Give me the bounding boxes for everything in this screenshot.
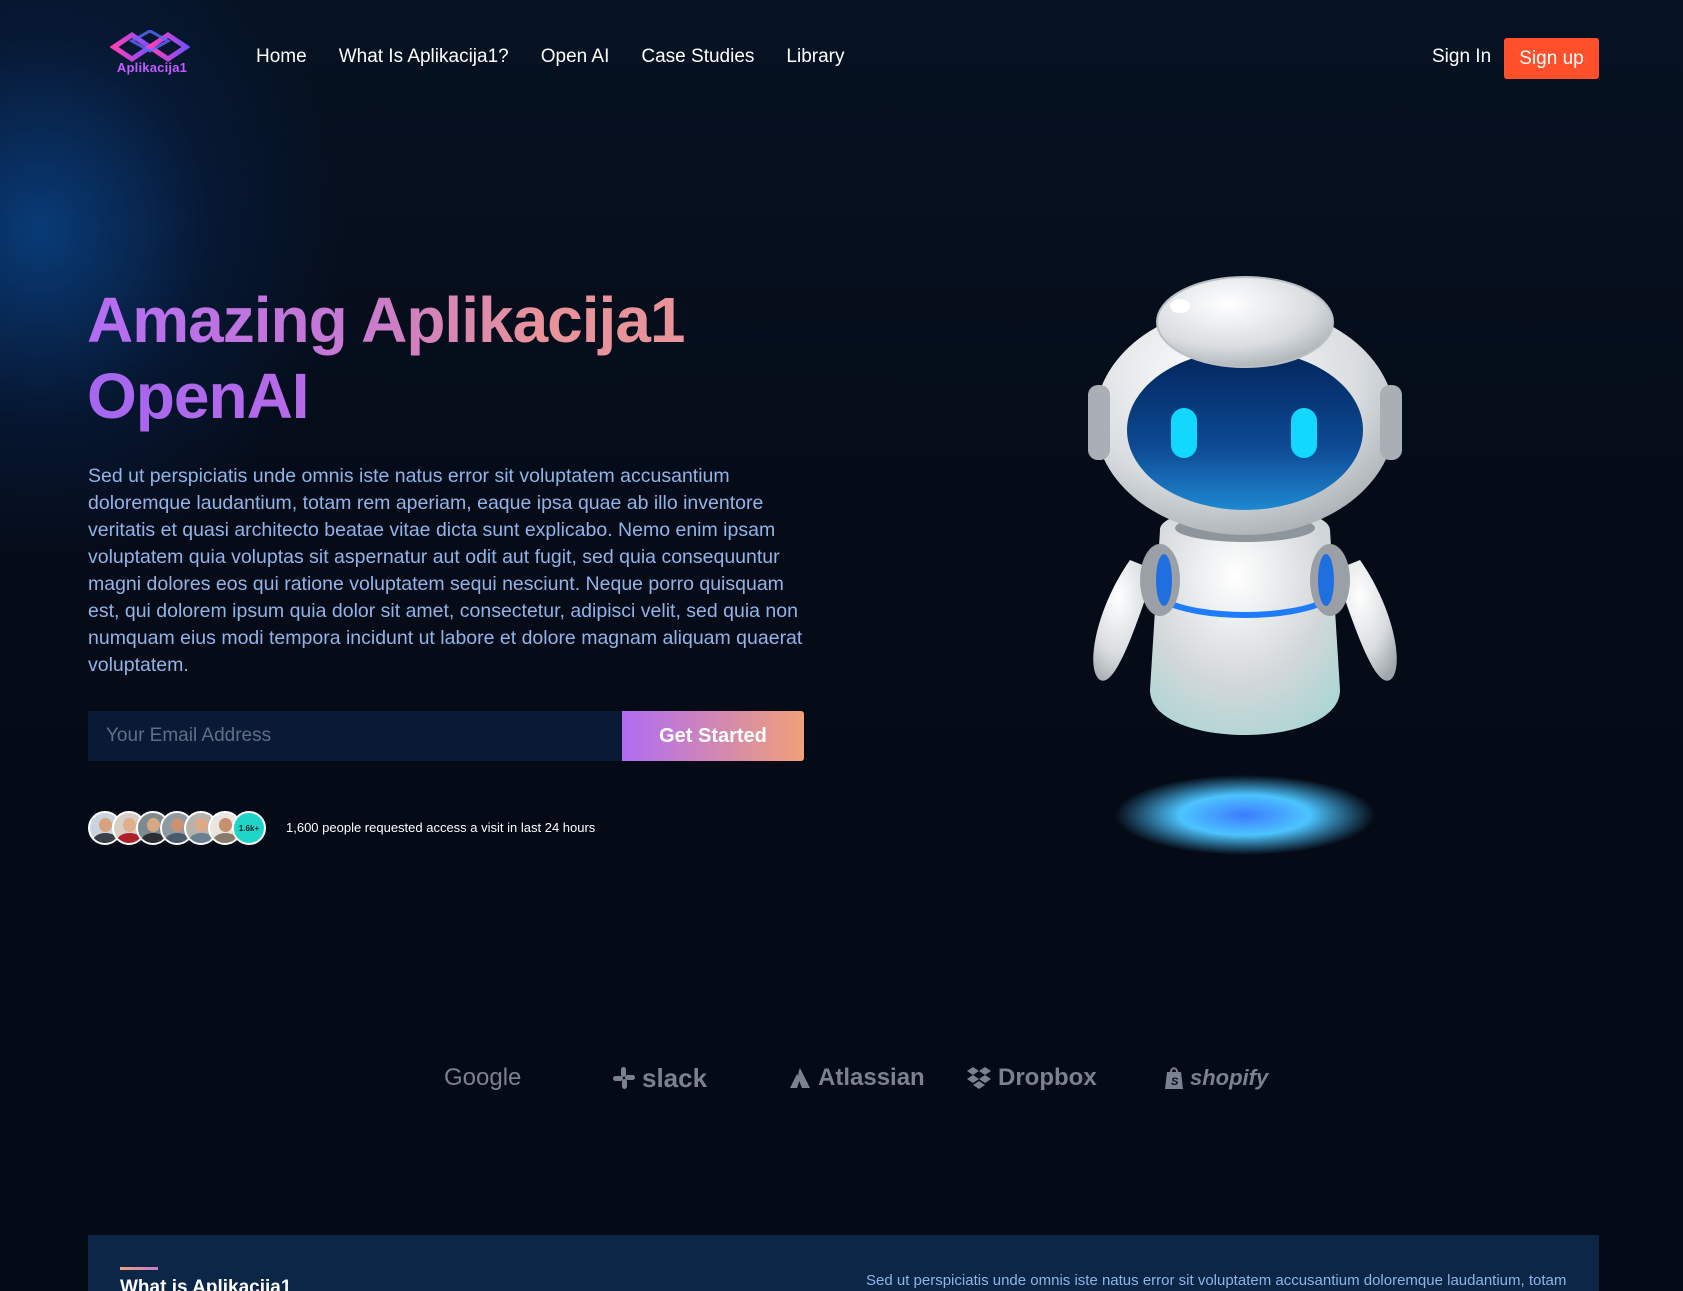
avatar-stack: 1.6k+ <box>88 811 266 845</box>
about-text: Sed ut perspiciatis unde omnis iste natu… <box>866 1272 1566 1289</box>
dropbox-logo: Dropbox <box>966 1060 1097 1096</box>
hero-title-line2: OpenAI <box>87 360 310 432</box>
top-navigation: Aplikacija1 Home What Is Aplikacija1? Op… <box>0 0 1683 118</box>
shopify-logo: S shopify <box>1164 1060 1268 1096</box>
nav-links: Home What Is Aplikacija1? Open AI Case S… <box>256 46 844 68</box>
nav-link-what-is[interactable]: What Is Aplikacija1? <box>339 46 509 68</box>
sign-in-link[interactable]: Sign In <box>1432 46 1491 68</box>
hero-title-line1: Amazing Aplikacija1 <box>87 284 685 356</box>
dropbox-icon <box>967 1067 991 1089</box>
partner-logos: Google slack Atlassian Dropbox S shopify <box>440 1060 1268 1100</box>
section-accent-bar <box>120 1267 158 1270</box>
robot-illustration <box>1080 270 1410 860</box>
about-section: What is Aplikacija1 Sed ut perspiciatis … <box>88 1235 1599 1291</box>
slack-logo-text: slack <box>642 1062 708 1093</box>
brand-logo[interactable]: Aplikacija1 <box>108 30 190 82</box>
access-count-text: 1,600 people requested access a visit in… <box>286 820 596 835</box>
sign-up-button[interactable]: Sign up <box>1504 38 1599 79</box>
google-logo: Google <box>444 1060 521 1096</box>
atlassian-icon <box>790 1068 810 1088</box>
shopify-bag-icon: S <box>1165 1067 1183 1089</box>
slack-icon <box>613 1067 635 1089</box>
slack-logo: slack <box>612 1060 707 1096</box>
nav-link-open-ai[interactable]: Open AI <box>541 46 610 68</box>
atlassian-logo-text: Atlassian <box>818 1064 925 1091</box>
svg-text:S: S <box>1171 1076 1179 1088</box>
signup-form: Get Started <box>88 711 804 761</box>
about-title: What is Aplikacija1 <box>120 1277 292 1291</box>
landing-page: Aplikacija1 Home What Is Aplikacija1? Op… <box>0 0 1683 1291</box>
hero-description: Sed ut perspiciatis unde omnis iste natu… <box>88 465 803 676</box>
shopify-logo-text: shopify <box>1190 1065 1269 1090</box>
google-logo-text: Google <box>444 1064 522 1091</box>
avatar-count-badge: 1.6k+ <box>232 811 266 845</box>
email-input[interactable] <box>88 711 622 761</box>
interlocked-diamonds-logo-icon <box>110 30 190 63</box>
nav-link-home[interactable]: Home <box>256 46 307 68</box>
brand-name: Aplikacija1 <box>116 60 188 75</box>
nav-link-case-studies[interactable]: Case Studies <box>641 46 754 68</box>
atlassian-logo: Atlassian <box>788 1060 925 1096</box>
dropbox-logo-text: Dropbox <box>998 1064 1097 1091</box>
hero-title: Amazing Aplikacija1 OpenAI <box>87 282 807 434</box>
nav-link-library[interactable]: Library <box>786 46 844 68</box>
get-started-button[interactable]: Get Started <box>622 711 804 761</box>
